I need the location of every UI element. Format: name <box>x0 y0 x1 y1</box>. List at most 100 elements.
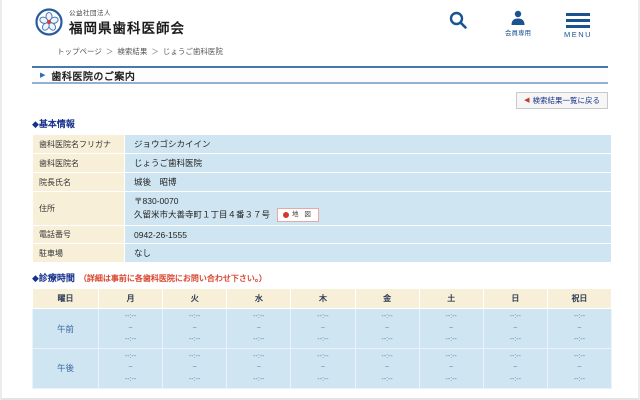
time-text: --:-- <box>509 313 521 321</box>
time-text: --:-- <box>253 375 265 383</box>
hours-cell: --:-- ~ --:-- <box>354 347 420 389</box>
table-row: 歯科医院名 じょうご歯科医院 <box>32 153 612 173</box>
row-label: 住所 <box>32 190 125 227</box>
address-text: 〒830-0070 <box>134 196 179 206</box>
clinic-info-heading: ◆診療情報（詳細は事前に各歯科医院にお問い合わせ下さい。） <box>32 397 608 398</box>
hours-cell: --:-- ~ --:-- <box>290 347 356 389</box>
page: 公益社団法人 福岡県歯科医師会 会員専用 MENU トップページ ＞ 検索結果 … <box>0 0 640 400</box>
row-label: 歯科医院名 <box>32 153 125 173</box>
back-link-row: ◀ 検索結果一覧に戻る <box>32 89 608 109</box>
hours-column-header: 火 <box>162 288 228 310</box>
hours-column-header: 土 <box>418 288 484 310</box>
breadcrumb-current: じょうご歯科医院 <box>162 47 223 56</box>
map-button[interactable]: 地 図 <box>277 208 319 223</box>
time-text: --:-- <box>253 336 265 344</box>
time-text: --:-- <box>381 352 393 360</box>
row-value: じょうご歯科医院 <box>124 153 612 173</box>
hours-row: 午前 --:-- ~ --:-- --:-- ~ --:-- --:-- ~ --:-- --:--… <box>32 308 613 349</box>
hours-row: 午後 --:-- ~ --:-- --:-- ~ --:-- --:-- ~ --:-- --:--… <box>32 347 613 389</box>
page-title-bar: ▶ 歯科医院のご案内 <box>32 66 608 84</box>
time-text: --:-- <box>445 336 457 344</box>
hours-note: （詳細は事前に各歯科医院にお問い合わせ下さい。） <box>78 274 267 284</box>
time-text: --:-- <box>509 336 521 344</box>
breadcrumb-link[interactable]: トップページ <box>57 47 102 56</box>
time-text: --:-- <box>509 375 521 383</box>
time-text: --:-- <box>509 352 521 360</box>
time-text: --:-- <box>381 336 393 344</box>
hours-header-row: 曜日月火水木金土日祝日 <box>32 288 613 310</box>
hours-column-header: 木 <box>290 288 356 310</box>
time-text: ~ <box>192 364 197 372</box>
breadcrumb-link[interactable]: 検索結果 <box>117 47 147 56</box>
hours-cell: --:-- ~ --:-- <box>418 308 484 349</box>
hours-cell: --:-- ~ --:-- <box>290 308 356 349</box>
org-type-label: 公益社団法人 <box>69 10 111 17</box>
menu-button[interactable]: MENU <box>556 10 600 39</box>
time-text: ~ <box>320 364 325 372</box>
time-text: ~ <box>192 324 197 332</box>
table-row: 住所 〒830-0070 久留米市大善寺町１丁目４番３７号 地 図 <box>32 190 612 227</box>
breadcrumb-separator: ＞ <box>105 47 114 56</box>
table-row: 院長氏名 城後 昭博 <box>32 172 612 192</box>
hours-column-header: 金 <box>354 288 420 310</box>
hamburger-icon <box>566 10 590 28</box>
back-to-results-link[interactable]: ◀ 検索結果一覧に戻る <box>516 92 608 109</box>
time-text: --:-- <box>317 375 329 383</box>
table-row: 電話番号 0942-26-1555 <box>32 225 612 245</box>
hours-row-label: 午前 <box>32 308 99 349</box>
time-text: ~ <box>577 364 582 372</box>
time-text: --:-- <box>381 313 393 321</box>
time-text: --:-- <box>124 336 137 344</box>
time-text: ~ <box>449 364 454 372</box>
time-text: --:-- <box>124 375 137 383</box>
time-text: ~ <box>513 364 518 372</box>
time-text: ~ <box>320 324 325 332</box>
hours-cell: --:-- ~ --:-- <box>97 347 164 389</box>
time-text: --:-- <box>381 375 393 383</box>
time-text: ~ <box>385 364 390 372</box>
hours-cell: --:-- ~ --:-- <box>482 308 548 349</box>
time-text: ~ <box>577 324 582 332</box>
hours-cell: --:-- ~ --:-- <box>354 308 420 349</box>
time-text: ~ <box>385 324 390 332</box>
time-text: --:-- <box>253 352 265 360</box>
hours-cell: --:-- ~ --:-- <box>418 347 484 389</box>
hours-heading: ◆診療時間 （詳細は事前に各歯科医院にお問い合わせ下さい。） <box>32 271 608 284</box>
row-label: 駐車場 <box>32 243 125 264</box>
association-emblem-icon <box>35 8 63 36</box>
time-text: --:-- <box>317 352 329 360</box>
time-text: --:-- <box>445 352 457 360</box>
hours-cell: --:-- ~ --:-- <box>162 308 228 349</box>
hours-cell: --:-- ~ --:-- <box>97 308 164 349</box>
row-value: 城後 昭博 <box>124 172 612 192</box>
hours-cell: --:-- ~ --:-- <box>226 347 292 389</box>
time-text: ~ <box>128 364 133 372</box>
table-row: 駐車場 なし <box>32 243 612 264</box>
row-value: 0942-26-1555 <box>124 225 612 245</box>
member-area-button[interactable]: 会員専用 <box>496 10 540 39</box>
header-tools: 会員専用 MENU <box>436 7 600 39</box>
time-text: --:-- <box>445 375 457 383</box>
time-text: --:-- <box>253 313 265 321</box>
basic-info-table: 歯科医院名フリガナ ジョウゴシカイイン 歯科医院名 じょうご歯科医院 院長氏名 城後 昭博… <box>32 134 612 264</box>
time-text: --:-- <box>124 313 137 321</box>
map-pin-icon <box>283 212 290 219</box>
org-name-label: 福岡県歯科医師会 <box>69 21 185 36</box>
table-row: 歯科医院名フリガナ ジョウゴシカイイン <box>32 134 612 154</box>
hours-column-header: 水 <box>226 288 292 310</box>
time-text: --:-- <box>124 352 137 360</box>
hours-cell: --:-- ~ --:-- <box>546 308 613 349</box>
hours-cell: --:-- ~ --:-- <box>162 347 228 389</box>
search-button[interactable] <box>436 10 480 39</box>
hours-column-header: 月 <box>97 288 164 310</box>
time-text: --:-- <box>317 313 329 321</box>
time-text: --:-- <box>445 313 457 321</box>
row-label: 電話番号 <box>32 225 125 245</box>
time-text: --:-- <box>573 336 586 344</box>
title-arrow-icon: ▶ <box>40 71 46 79</box>
back-link-label: 検索結果一覧に戻る <box>532 96 601 105</box>
row-label: 院長氏名 <box>32 172 125 192</box>
site-logo[interactable]: 公益社団法人 福岡県歯科医師会 <box>35 7 185 37</box>
time-text: ~ <box>128 324 133 332</box>
time-text: --:-- <box>573 313 586 321</box>
